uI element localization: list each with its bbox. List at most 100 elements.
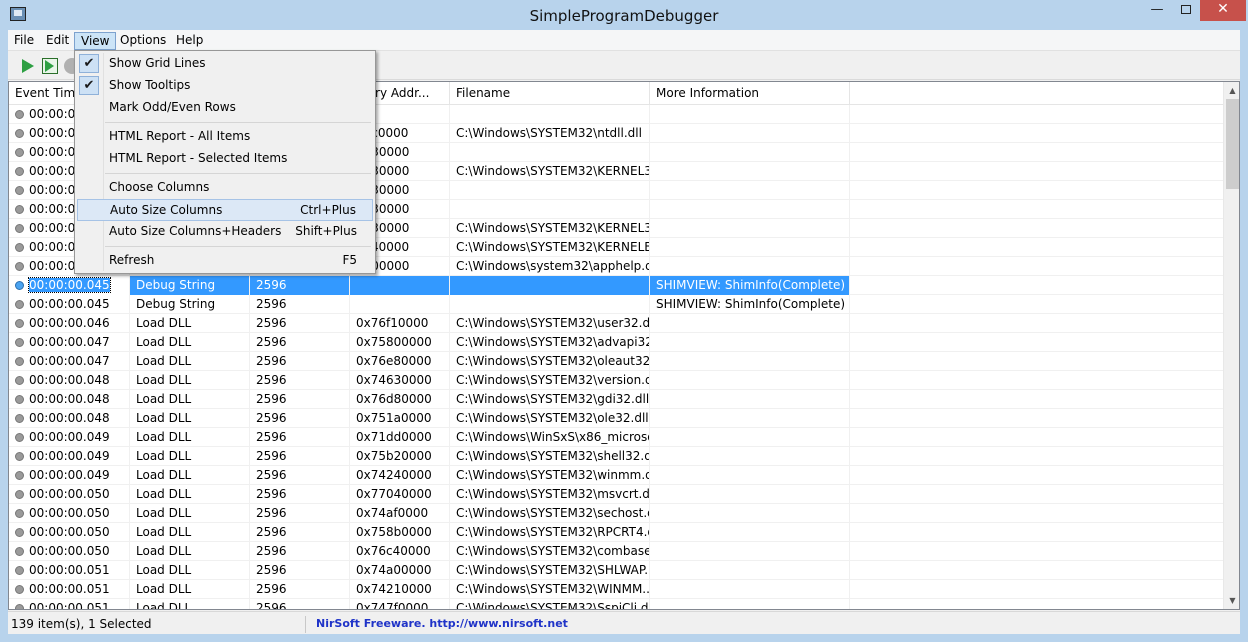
scroll-thumb[interactable] (1226, 99, 1239, 189)
event-status-icon (15, 528, 24, 537)
filename-cell: C:\Windows\SYSTEM32\WINMM... (450, 580, 650, 599)
more-information-cell (650, 523, 850, 542)
minimize-button[interactable]: — (1142, 0, 1172, 21)
menu-options[interactable]: Options (114, 32, 172, 50)
scroll-down-icon[interactable]: ▼ (1224, 592, 1239, 609)
table-row[interactable]: 00:00:00.049 Load DLL 2596 0x74240000 C:\Win… (9, 466, 1223, 485)
menu-edit[interactable]: Edit (40, 32, 75, 50)
memory-address-cell: 0x76d80000 (350, 390, 450, 409)
event-status-icon (15, 148, 24, 157)
event-time-text: 00:00:00.051 (29, 563, 110, 577)
table-row[interactable]: 00:00:00.046 Load DLL 2596 0x76f10000 C:\Win… (9, 314, 1223, 333)
menu-item-mark-odd-even-rows[interactable]: Mark Odd/Even Rows (77, 97, 373, 119)
event-status-icon (15, 604, 24, 609)
menu-item-html-report-selected[interactable]: HTML Report - Selected Items (77, 148, 373, 170)
menu-item-html-report-all[interactable]: HTML Report - All Items (77, 126, 373, 148)
run-icon[interactable] (20, 58, 36, 74)
table-row[interactable]: 00:00:00.049 Load DLL 2596 0x71dd0000 C:\Win… (9, 428, 1223, 447)
more-information-cell (650, 352, 850, 371)
menu-item-refresh[interactable]: Refresh F5 (77, 250, 373, 272)
table-row[interactable]: 00:00:00.050 Load DLL 2596 0x76c40000 C:\Win… (9, 542, 1223, 561)
filename-cell (450, 181, 650, 200)
event-type-cell: Load DLL (130, 314, 250, 333)
menu-help[interactable]: Help (170, 32, 209, 50)
table-row[interactable]: 00:00:00.047 Load DLL 2596 0x76e80000 C:\Win… (9, 352, 1223, 371)
process-id-cell: 2596 (250, 276, 350, 295)
maximize-button[interactable] (1172, 0, 1200, 21)
table-row[interactable]: 00:00:00.045 Debug String 2596 SHIMVIEW: Sh… (9, 276, 1223, 295)
event-time-cell: 00:00:00.050 (9, 542, 130, 561)
filename-cell: C:\Windows\SYSTEM32\advapi32.... (450, 333, 650, 352)
event-type-cell: Load DLL (130, 485, 250, 504)
table-row[interactable]: 00:00:00.045 Debug String 2596 SHIMVIEW: Sh… (9, 295, 1223, 314)
table-row[interactable]: 00:00:00.047 Load DLL 2596 0x75800000 C:\Win… (9, 333, 1223, 352)
event-time-cell: 00:00:00.051 (9, 599, 130, 609)
filename-cell: C:\Windows\SYSTEM32\shell32.dll (450, 447, 650, 466)
more-information-cell (650, 542, 850, 561)
more-information-cell (650, 580, 850, 599)
window-title: SimpleProgramDebugger (529, 7, 719, 25)
menu-file[interactable]: File (8, 32, 40, 50)
event-status-icon (15, 357, 24, 366)
menu-item-shortcut: Shift+Plus (295, 224, 357, 238)
table-row[interactable]: 00:00:00.050 Load DLL 2596 0x77040000 C:\Win… (9, 485, 1223, 504)
menu-item-show-tooltips[interactable]: ✔ Show Tooltips (77, 75, 373, 97)
filename-cell: C:\Windows\system32\apphelp.dll (450, 257, 650, 276)
event-type-cell: Load DLL (130, 390, 250, 409)
more-information-cell (650, 124, 850, 143)
table-row[interactable]: 00:00:00.051 Load DLL 2596 0x74a00000 C:\Win… (9, 561, 1223, 580)
table-row[interactable]: 00:00:00.048 Load DLL 2596 0x74630000 C:\Win… (9, 371, 1223, 390)
filename-cell (450, 295, 650, 314)
table-row[interactable]: 00:00:00.050 Load DLL 2596 0x74af0000 C:\Win… (9, 504, 1223, 523)
menu-separator (105, 246, 371, 247)
more-information-cell (650, 200, 850, 219)
close-button[interactable]: ✕ (1200, 0, 1246, 21)
event-time-text: 00:00:00.049 (29, 449, 110, 463)
event-time-text: 00:00:00.050 (29, 544, 110, 558)
column-header-more-information[interactable]: More Information (650, 82, 850, 105)
event-time-cell: 00:00:00.045 (9, 276, 130, 295)
title-bar[interactable]: SimpleProgramDebugger — ✕ (0, 0, 1248, 30)
nirsoft-link[interactable]: NirSoft Freeware. http://www.nirsoft.net (316, 616, 568, 633)
event-time-cell: 00:00:00.048 (9, 371, 130, 390)
event-status-icon (15, 224, 24, 233)
menu-item-auto-size-columns-headers[interactable]: Auto Size Columns+Headers Shift+Plus (77, 221, 373, 243)
process-id-cell: 2596 (250, 371, 350, 390)
menu-item-choose-columns[interactable]: Choose Columns (77, 177, 373, 199)
menu-item-label: HTML Report - Selected Items (109, 151, 288, 165)
menu-item-show-grid-lines[interactable]: ✔ Show Grid Lines (77, 53, 373, 75)
menu-item-label: Auto Size Columns (110, 203, 223, 217)
filename-cell: C:\Windows\SYSTEM32\SHLWAP... (450, 561, 650, 580)
process-id-cell: 2596 (250, 561, 350, 580)
menu-item-auto-size-columns[interactable]: Auto Size Columns Ctrl+Plus (77, 199, 373, 221)
filename-cell (450, 143, 650, 162)
process-id-cell: 2596 (250, 466, 350, 485)
table-row[interactable]: 00:00:00.051 Load DLL 2596 0x74210000 C:\Win… (9, 580, 1223, 599)
table-row[interactable]: 00:00:00.051 Load DLL 2596 0x747f0000 C:\Win… (9, 599, 1223, 609)
column-header-filename[interactable]: Filename (450, 82, 650, 105)
event-time-cell: 00:00:00.050 (9, 523, 130, 542)
view-menu-dropdown: ✔ Show Grid Lines ✔ Show Tooltips Mark O… (74, 50, 376, 274)
status-item-count: 139 item(s), 1 Selected (10, 616, 306, 633)
menu-item-label: Refresh (109, 253, 155, 267)
table-row[interactable]: 00:00:00.050 Load DLL 2596 0x758b0000 C:\Win… (9, 523, 1223, 542)
table-row[interactable]: 00:00:00.049 Load DLL 2596 0x75b20000 C:\Win… (9, 447, 1223, 466)
vertical-scrollbar[interactable]: ▲ ▼ (1223, 82, 1239, 609)
filename-cell: C:\Windows\SYSTEM32\winmm.dll (450, 466, 650, 485)
start-debugging-icon[interactable] (42, 58, 58, 74)
table-row[interactable]: 00:00:00.048 Load DLL 2596 0x751a0000 C:\Win… (9, 409, 1223, 428)
memory-address-cell: 0x747f0000 (350, 599, 450, 609)
event-time-text: 00:00:00.050 (29, 506, 110, 520)
more-information-cell (650, 447, 850, 466)
more-information-cell (650, 105, 850, 124)
filename-cell: C:\Windows\WinSxS\x86_microso... (450, 428, 650, 447)
process-id-cell: 2596 (250, 580, 350, 599)
table-row[interactable]: 00:00:00.048 Load DLL 2596 0x76d80000 C:\Win… (9, 390, 1223, 409)
memory-address-cell: 0x75b20000 (350, 447, 450, 466)
scroll-up-icon[interactable]: ▲ (1224, 82, 1239, 99)
event-time-cell: 00:00:00.048 (9, 409, 130, 428)
event-status-icon (15, 585, 24, 594)
menu-view[interactable]: View (74, 32, 117, 50)
event-time-cell: 00:00:00.051 (9, 580, 130, 599)
menu-item-label: Auto Size Columns+Headers (109, 224, 282, 238)
